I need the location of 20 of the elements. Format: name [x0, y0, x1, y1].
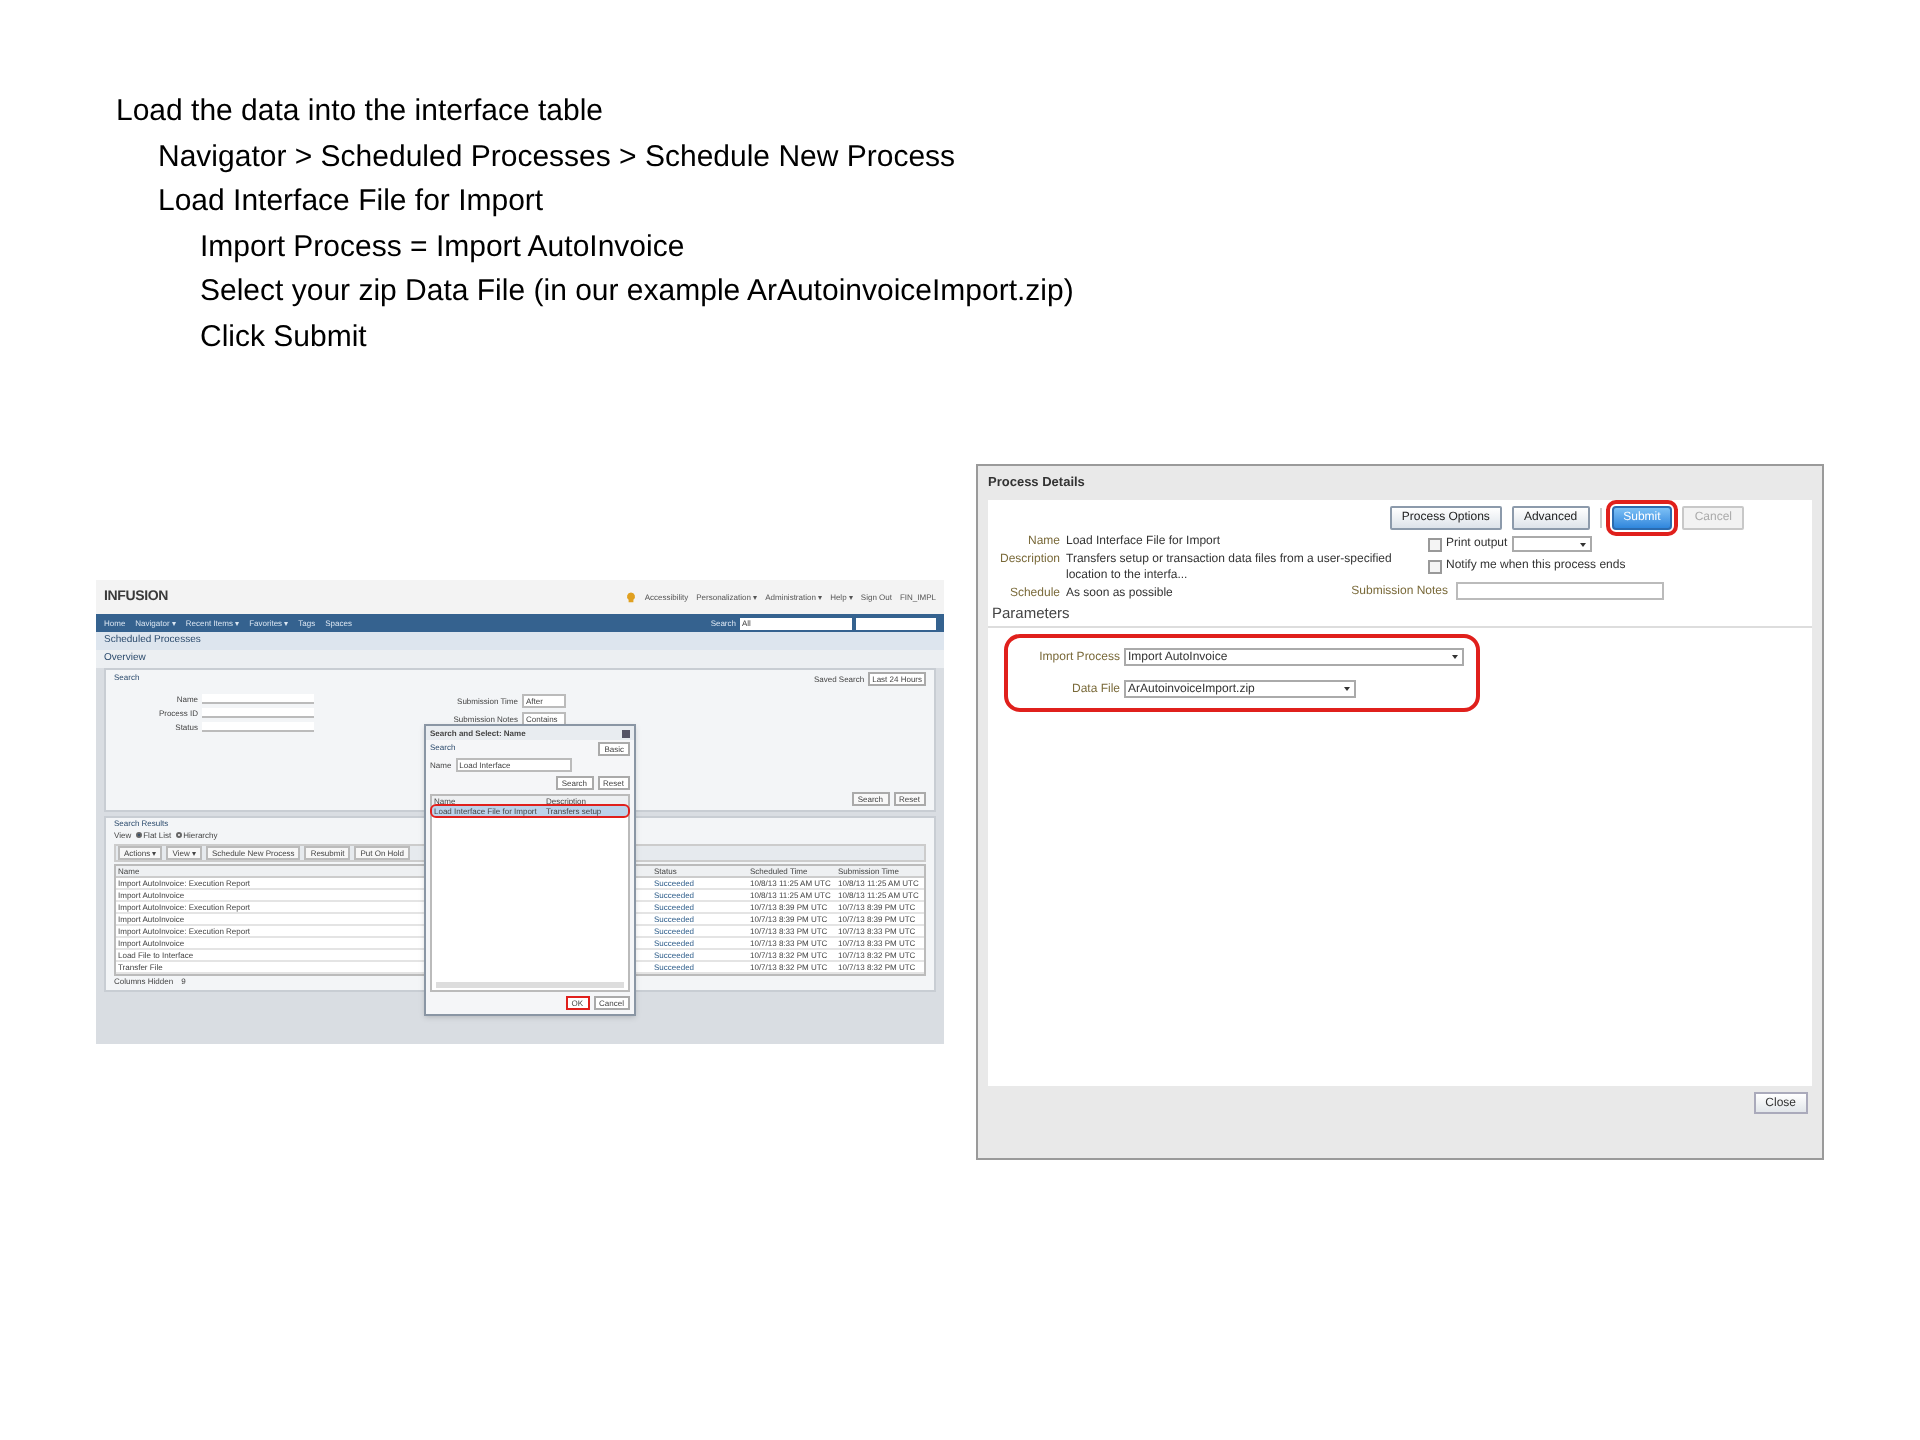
input-field[interactable] — [202, 708, 314, 718]
radio-button[interactable] — [175, 832, 182, 838]
instruction-line: Load the data into the interface table — [116, 92, 604, 132]
dropdown-icon — [1342, 684, 1352, 694]
instruction-line: Click Submit — [200, 317, 367, 357]
input-field[interactable] — [202, 694, 314, 704]
checkbox[interactable] — [1428, 537, 1442, 551]
instruction-line: Select your zip Data File (in our example ArAutoinvoiceImport.zip) — [200, 272, 1074, 312]
dropdown-icon — [1450, 652, 1460, 662]
lightbulb-icon — [626, 591, 637, 603]
instruction-line: Import Process = Import AutoInvoice — [200, 227, 685, 267]
radio-button[interactable] — [135, 832, 142, 838]
instruction-line: Navigator > Scheduled Processes > Schedule New Process — [158, 137, 956, 177]
instruction-line: Load Interface File for Import — [158, 182, 544, 222]
dropdown-icon — [1577, 539, 1588, 549]
checkbox[interactable] — [1428, 559, 1442, 573]
input-field[interactable] — [202, 722, 314, 732]
output-select[interactable] — [1511, 536, 1592, 552]
search-field[interactable] — [856, 617, 936, 629]
notes-field[interactable] — [1456, 582, 1664, 600]
